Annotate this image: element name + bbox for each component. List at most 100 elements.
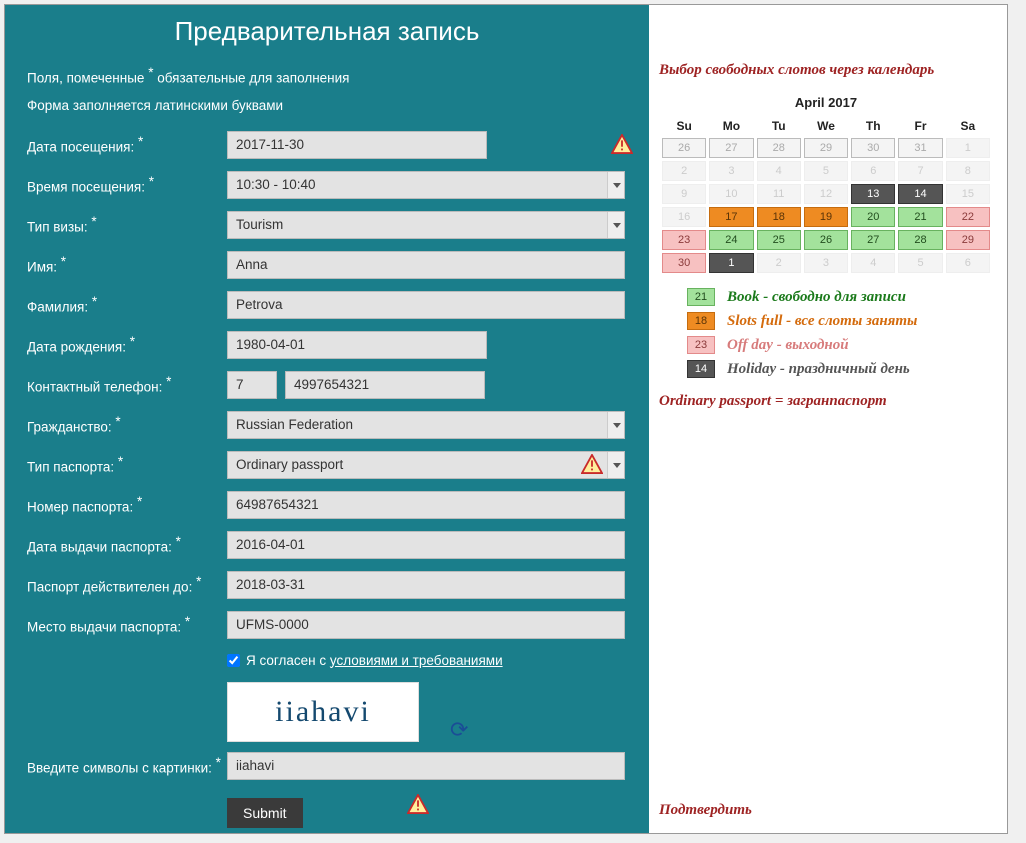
- calendar-cell[interactable]: 27: [851, 230, 895, 250]
- legend-box-book: 21: [687, 288, 715, 306]
- label-pissue: Дата выдачи паспорта: *: [27, 534, 227, 555]
- passport-valid-date-input[interactable]: [227, 571, 625, 599]
- annotation-submit: Подтвердить: [659, 801, 752, 819]
- calendar-day-head: Fr: [898, 119, 942, 135]
- dob-input[interactable]: [227, 331, 487, 359]
- calendar-cell[interactable]: 25: [757, 230, 801, 250]
- calendar-cell[interactable]: 26: [804, 230, 848, 250]
- calendar-day-head: Su: [662, 119, 706, 135]
- calendar-day-head: Th: [851, 119, 895, 135]
- passport-place-input[interactable]: [227, 611, 625, 639]
- calendar-cell[interactable]: 24: [709, 230, 753, 250]
- label-captcha: Введите символы с картинки: *: [27, 755, 227, 776]
- calendar-cell: 2: [662, 161, 706, 181]
- label-dob: Дата рождения: *: [27, 334, 227, 355]
- captcha-refresh-icon[interactable]: ⟳: [450, 717, 468, 743]
- legend-text-book: Book - свободно для записи: [727, 288, 906, 306]
- calendar-cell: 27: [709, 138, 753, 158]
- calendar-cell: 11: [757, 184, 801, 204]
- calendar-cell: 2: [757, 253, 801, 273]
- warning-icon: [611, 134, 633, 154]
- phone-country-input[interactable]: [227, 371, 277, 399]
- passport-number-input[interactable]: [227, 491, 625, 519]
- warning-icon: [581, 454, 603, 474]
- calendar-cell[interactable]: 19: [804, 207, 848, 227]
- required-hint: Поля, помеченные * обязательные для запо…: [27, 65, 627, 86]
- calendar-legend: 21 Book - свободно для записи 18 Slots ful…: [659, 288, 993, 378]
- calendar-cell: 10: [709, 184, 753, 204]
- legend-box-off: 23: [687, 336, 715, 354]
- citizenship-select[interactable]: Russian Federation: [227, 411, 625, 439]
- captcha-input[interactable]: [227, 752, 625, 780]
- label-name: Имя: *: [27, 254, 227, 275]
- calendar-cell: 16: [662, 207, 706, 227]
- calendar-cell: 5: [898, 253, 942, 273]
- label-pplace: Место выдачи паспорта: *: [27, 614, 227, 635]
- calendar-cell: 3: [804, 253, 848, 273]
- calendar-cell[interactable]: 21: [898, 207, 942, 227]
- calendar-cell: 6: [851, 161, 895, 181]
- latin-hint: Форма заполняется латинскими буквами: [27, 98, 627, 113]
- label-ptype: Тип паспорта: *: [27, 454, 227, 475]
- calendar-cell: 30: [851, 138, 895, 158]
- label-pvalid: Паспорт действителен до: *: [27, 574, 227, 595]
- legend-text-full: Slots full - все слоты заняты: [727, 312, 917, 330]
- phone-number-input[interactable]: [285, 371, 485, 399]
- visit-time-select[interactable]: 10:30 - 10:40: [227, 171, 625, 199]
- calendar-cell[interactable]: 17: [709, 207, 753, 227]
- consent-checkbox[interactable]: [227, 654, 240, 667]
- last-name-input[interactable]: [227, 291, 625, 319]
- calendar-cell[interactable]: 23: [662, 230, 706, 250]
- terms-link[interactable]: условиями и требованиями: [330, 653, 503, 668]
- calendar-cell: 31: [898, 138, 942, 158]
- calendar-day-head: Tu: [757, 119, 801, 135]
- calendar-day-head: We: [804, 119, 848, 135]
- legend-text-off: Off day - выходной: [727, 336, 849, 354]
- calendar-cell: 15: [946, 184, 990, 204]
- calendar-cell: 29: [804, 138, 848, 158]
- calendar-cell[interactable]: 22: [946, 207, 990, 227]
- annotation-calendar: Выбор свободных слотов через календарь: [659, 61, 993, 79]
- calendar-cell[interactable]: 20: [851, 207, 895, 227]
- label-visa: Тип визы: *: [27, 214, 227, 235]
- calendar-cell: 7: [898, 161, 942, 181]
- calendar-cell: 3: [709, 161, 753, 181]
- legend-box-full: 18: [687, 312, 715, 330]
- passport-type-select[interactable]: Ordinary passport: [227, 451, 625, 479]
- first-name-input[interactable]: [227, 251, 625, 279]
- passport-issue-date-input[interactable]: [227, 531, 625, 559]
- calendar-cell: 26: [662, 138, 706, 158]
- calendar-cell: 4: [851, 253, 895, 273]
- calendar-cell[interactable]: 18: [757, 207, 801, 227]
- calendar-cell[interactable]: 28: [898, 230, 942, 250]
- calendar-cell: 8: [946, 161, 990, 181]
- calendar-title: April 2017: [659, 93, 993, 116]
- legend-text-hol: Holiday - праздничный день: [727, 360, 910, 378]
- calendar-day-head: Mo: [709, 119, 753, 135]
- calendar: April 2017 SuMoTuWeThFrSa 26272829303112…: [659, 93, 993, 276]
- calendar-cell: 1: [946, 138, 990, 158]
- calendar-cell: 4: [757, 161, 801, 181]
- visa-type-select[interactable]: Tourism: [227, 211, 625, 239]
- calendar-cell[interactable]: 29: [946, 230, 990, 250]
- calendar-cell[interactable]: 1: [709, 253, 753, 273]
- calendar-cell: 12: [804, 184, 848, 204]
- label-surname: Фамилия: *: [27, 294, 227, 315]
- calendar-cell[interactable]: 30: [662, 253, 706, 273]
- label-phone: Контактный телефон: *: [27, 374, 227, 395]
- warning-icon: [407, 794, 429, 814]
- submit-button[interactable]: Submit: [227, 798, 303, 828]
- calendar-cell: 6: [946, 253, 990, 273]
- label-date: Дата посещения: *: [27, 134, 227, 155]
- label-time: Время посещения: *: [27, 174, 227, 195]
- label-pnum: Номер паспорта: *: [27, 494, 227, 515]
- captcha-image: iiahavi: [227, 682, 419, 742]
- calendar-cell: 5: [804, 161, 848, 181]
- consent-text: Я согласен с условиями и требованиями: [246, 653, 503, 668]
- calendar-cell[interactable]: 13: [851, 184, 895, 204]
- label-citizen: Гражданство: *: [27, 414, 227, 435]
- calendar-cell[interactable]: 14: [898, 184, 942, 204]
- calendar-cell: 28: [757, 138, 801, 158]
- visit-date-input[interactable]: [227, 131, 487, 159]
- calendar-day-head: Sa: [946, 119, 990, 135]
